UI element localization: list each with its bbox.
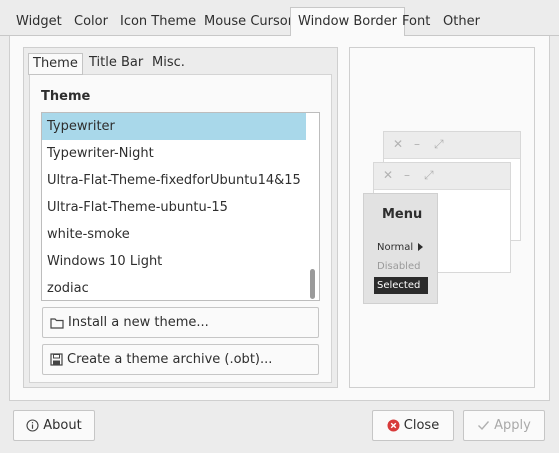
maximize-icon: ⤢ [424, 168, 434, 182]
submenu-arrow-icon [418, 243, 423, 251]
tab-mouse-cursor[interactable]: Mouse Cursor [197, 8, 300, 36]
preview-menu-selected: Selected [374, 277, 428, 294]
theme-list-item[interactable]: Windows 10 Light [42, 248, 319, 275]
info-icon [26, 419, 39, 432]
tab-other[interactable]: Other [436, 8, 487, 36]
close-label: Close [403, 418, 440, 433]
tab-window-border[interactable]: Window Border [290, 7, 405, 37]
subtab-theme[interactable]: Theme [28, 53, 83, 75]
subtab-title-bar[interactable]: Title Bar [85, 53, 147, 75]
theme-list-scrollbar[interactable] [306, 113, 319, 300]
theme-list-item[interactable]: Typewriter-Night [42, 140, 319, 167]
theme-list-item[interactable]: Ultra-Flat-Theme-ubuntu-15 [42, 194, 319, 221]
preview-menu-disabled: Disabled [377, 261, 421, 272]
save-icon [50, 353, 63, 366]
theme-list-item[interactable]: zodiac [42, 275, 319, 300]
preview-titlebar: ✕ – ⤢ [384, 132, 520, 159]
about-label: About [43, 418, 82, 433]
minimize-icon: – [414, 137, 420, 151]
create-archive-button[interactable]: Create a theme archive (.obt)... [42, 344, 319, 375]
install-theme-label: Install a new theme... [68, 315, 209, 330]
close-circle-icon [387, 419, 400, 432]
checkmark-icon [478, 421, 490, 431]
close-button[interactable]: Close [372, 410, 454, 441]
create-archive-label: Create a theme archive (.obt)... [67, 352, 273, 367]
folder-icon [50, 317, 64, 329]
minimize-icon: – [404, 168, 410, 182]
about-button[interactable]: About [13, 410, 95, 441]
close-icon: ✕ [393, 137, 404, 151]
preview-menu-normal: Normal [377, 242, 414, 253]
close-icon: ✕ [383, 168, 394, 182]
tab-color[interactable]: Color [67, 8, 115, 36]
install-theme-button[interactable]: Install a new theme... [42, 307, 319, 338]
scrollbar-thumb[interactable] [310, 269, 315, 299]
maximize-icon: ⤢ [434, 137, 444, 151]
theme-list[interactable]: Typewriter Typewriter-Night Ultra-Flat-T… [41, 112, 320, 301]
tab-widget[interactable]: Widget [9, 8, 69, 36]
theme-list-item[interactable]: white-smoke [42, 221, 319, 248]
theme-list-item[interactable]: Typewriter [42, 113, 319, 140]
theme-list-item[interactable]: Ultra-Flat-Theme-fixedforUbuntu14&15 [42, 167, 319, 194]
theme-section-title: Theme [41, 89, 91, 104]
apply-label: Apply [494, 418, 531, 433]
main-tab-bar: Widget Color Icon Theme Mouse Cursor Win… [0, 0, 559, 37]
tab-icon-theme[interactable]: Icon Theme [113, 8, 203, 36]
apply-button[interactable]: Apply [463, 410, 545, 441]
preview-titlebar: ✕ – ⤢ [374, 163, 510, 190]
subtab-misc[interactable]: Misc. [148, 53, 189, 75]
preview-menu-title: Menu [382, 207, 423, 222]
tab-font[interactable]: Font [395, 8, 437, 36]
